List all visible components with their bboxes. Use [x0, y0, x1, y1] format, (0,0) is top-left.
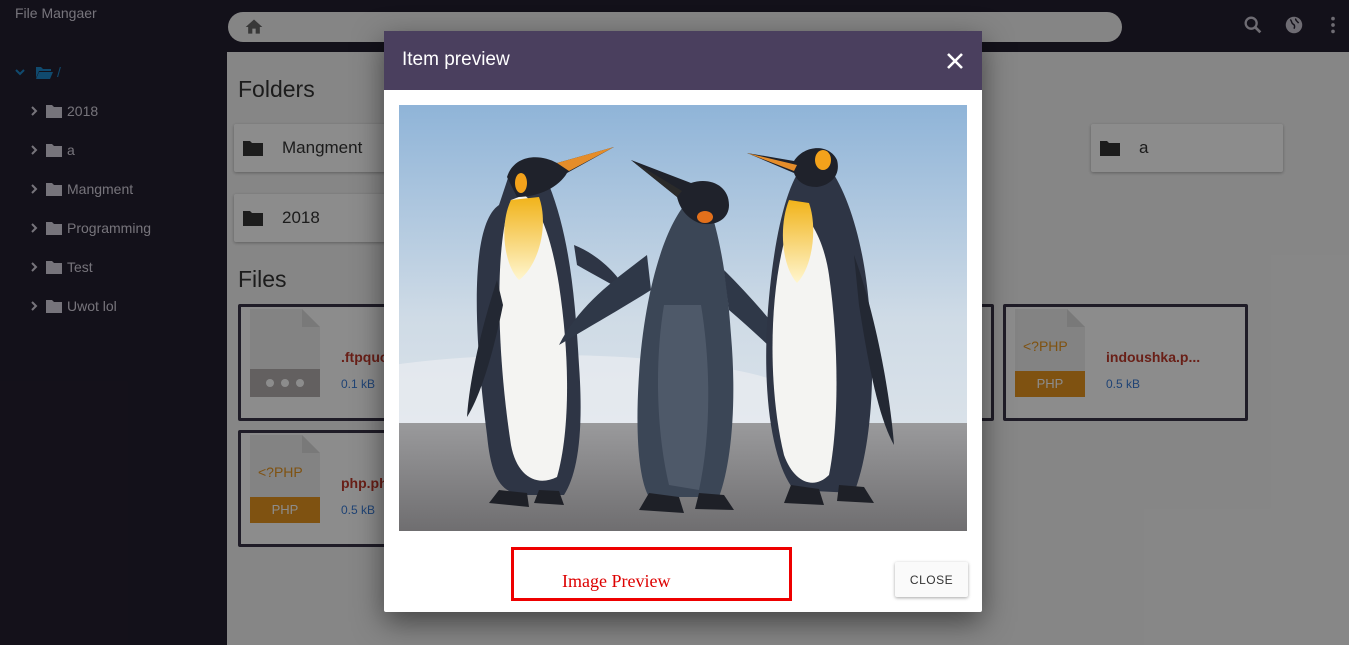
close-icon[interactable]: [946, 52, 964, 70]
close-button[interactable]: CLOSE: [895, 562, 968, 597]
dialog-title: Item preview: [402, 49, 510, 70]
annotation-box: Image Preview: [511, 547, 792, 601]
dialog-header: Item preview: [384, 31, 982, 90]
item-preview-dialog: Item preview Image Preview CLOSE: [384, 31, 982, 612]
annotation-label: Image Preview: [562, 571, 671, 591]
preview-image: [399, 105, 967, 531]
